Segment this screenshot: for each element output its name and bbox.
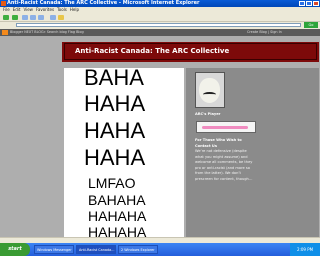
post-line: HAHAHA <box>88 208 147 224</box>
blogger-signin-links[interactable]: Create Blog | Sign In <box>247 29 282 36</box>
menu-help[interactable]: Help <box>70 7 79 12</box>
stop-button[interactable] <box>22 15 28 20</box>
minimize-button[interactable] <box>299 1 305 6</box>
system-tray-clock: 2:09 PM <box>290 243 320 256</box>
window-title: Anti-Racist Canada: The ARC Collective -… <box>7 0 200 6</box>
post-line: BAHA <box>84 65 144 90</box>
task-messenger[interactable]: Windows Messenger <box>34 245 74 254</box>
post-line: HAHA <box>84 118 146 143</box>
go-button[interactable]: Go <box>304 22 318 28</box>
post-line: HAHA <box>84 145 146 170</box>
blogger-logo-icon[interactable] <box>2 30 8 35</box>
menu-favorites[interactable]: Favorites <box>36 7 54 12</box>
address-input[interactable] <box>16 23 301 27</box>
search-button[interactable] <box>50 15 56 20</box>
toolbar <box>0 13 320 22</box>
post-line: HAHA <box>84 91 146 116</box>
post-line: BAHAHA <box>88 192 146 208</box>
post-line: LMFAO <box>88 175 136 191</box>
contact-heading: For Those Who Wish to Contact Us <box>195 138 242 148</box>
menu-view[interactable]: View <box>23 7 33 12</box>
close-button[interactable] <box>313 1 319 6</box>
maximize-button[interactable] <box>306 1 312 6</box>
menu-tools[interactable]: Tools <box>57 7 67 12</box>
menu-edit[interactable]: Edit <box>13 7 21 12</box>
menu-file[interactable]: File <box>3 7 10 12</box>
refresh-button[interactable] <box>30 15 36 20</box>
contact-body: We’re not defensive (despite what you mi… <box>195 149 253 181</box>
task-browser[interactable]: Anti-Racist Canada... <box>76 245 116 254</box>
back-button[interactable] <box>3 15 9 20</box>
sidebar-heading: ARC's Player <box>195 112 221 116</box>
player-progress-bar[interactable] <box>202 126 248 129</box>
blogger-nav-links[interactable]: Blogger NEXT BLOG» Search blog Flag Blog <box>10 29 84 36</box>
blog-title[interactable]: Anti-Racist Canada: The ARC Collective <box>75 44 229 59</box>
forward-button[interactable] <box>12 15 18 20</box>
task-explorer[interactable]: 2 Windows Explorer <box>118 245 158 254</box>
ie-icon <box>1 1 6 6</box>
sidebar-text: For Those Who Wish to Contact Us We’re n… <box>195 138 255 182</box>
guy-fawkes-mask-icon <box>199 78 220 103</box>
start-button[interactable]: start <box>0 243 30 256</box>
mask-moustache <box>203 92 216 97</box>
favorites-button[interactable] <box>58 15 64 20</box>
home-button[interactable] <box>38 15 44 20</box>
